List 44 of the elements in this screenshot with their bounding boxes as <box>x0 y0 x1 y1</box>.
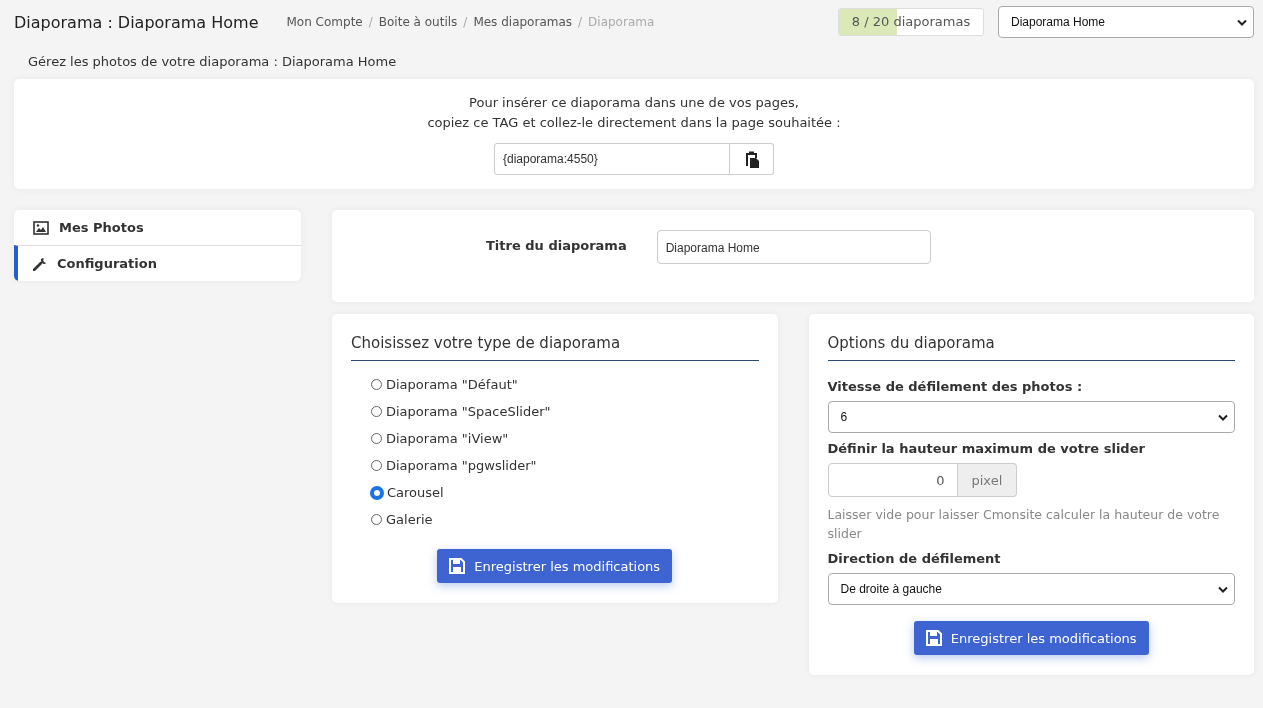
diaporama-select[interactable]: Diaporama Home <box>998 6 1254 38</box>
section-heading: Options du diaporama <box>827 334 1235 361</box>
height-field[interactable]: 0 <box>827 463 958 497</box>
page-title: Diaporama : Diaporama Home <box>14 12 259 32</box>
field-label: Titre du diaporama <box>486 237 627 253</box>
field-label: Définir la hauteur maximum de votre slider <box>827 441 1146 456</box>
direction-select[interactable]: De droite à gauche <box>827 573 1235 605</box>
help-text: Laisser vide pour laisser Cmonsite calculer la hauteur de votre slider <box>827 506 1221 543</box>
radio-label: Galerie <box>386 512 433 527</box>
field-label: Vitesse de défilement des photos : <box>827 379 1084 394</box>
unit-label: pixel <box>957 463 1018 497</box>
page-subtitle: Gérez les photos de votre diaporama : Diaporama Home <box>27 53 398 71</box>
breadcrumb-link[interactable]: Mes diaporamas <box>473 15 573 29</box>
image-icon <box>33 220 49 235</box>
chevron-down-icon <box>1218 413 1228 421</box>
instruction-text: copiez ce TAG et collez-le directement dans la page souhaitée : <box>427 114 841 132</box>
save-button[interactable]: Enregistrer les modifications <box>437 549 673 583</box>
wrench-icon <box>33 256 47 271</box>
save-button[interactable]: Enregistrer les modifications <box>913 621 1149 655</box>
breadcrumb-current: Diaporama <box>588 15 655 29</box>
radio-label: Diaporama "pgwslider" <box>386 458 537 473</box>
copy-button[interactable] <box>730 143 774 175</box>
tag-field[interactable]: {diaporama:4550} <box>494 143 730 175</box>
instruction-text: Pour insérer ce diaporama dans une de vos pages, <box>469 94 799 112</box>
breadcrumb-separator: / <box>578 15 583 29</box>
radio-label: Diaporama "SpaceSlider" <box>386 404 551 419</box>
section-heading: Choisissez votre type de diaporama <box>351 334 759 361</box>
speed-select[interactable]: 6 <box>827 401 1235 433</box>
radio-label: Diaporama "Défaut" <box>386 377 518 392</box>
radio-label: Carousel <box>387 485 444 500</box>
breadcrumb-separator: / <box>463 15 468 29</box>
breadcrumb-link[interactable]: Boite à outils <box>378 15 458 29</box>
title-field[interactable]: Diaporama Home <box>656 230 931 264</box>
sidebar-item[interactable]: Mes Photos <box>14 210 301 245</box>
field-label: Direction de défilement <box>827 551 1002 566</box>
radio-label: Diaporama "iView" <box>386 431 509 446</box>
breadcrumb-separator: / <box>368 15 373 29</box>
sidebar-item[interactable]: Configuration <box>14 245 301 281</box>
clipboard-icon <box>743 150 760 168</box>
chevron-down-icon <box>1218 585 1228 593</box>
breadcrumb-link[interactable]: Mon Compte <box>286 15 363 29</box>
quota-text: 8 / 20 diaporamas <box>850 13 972 31</box>
chevron-down-icon <box>1237 18 1247 26</box>
radio-button[interactable] <box>371 486 383 499</box>
